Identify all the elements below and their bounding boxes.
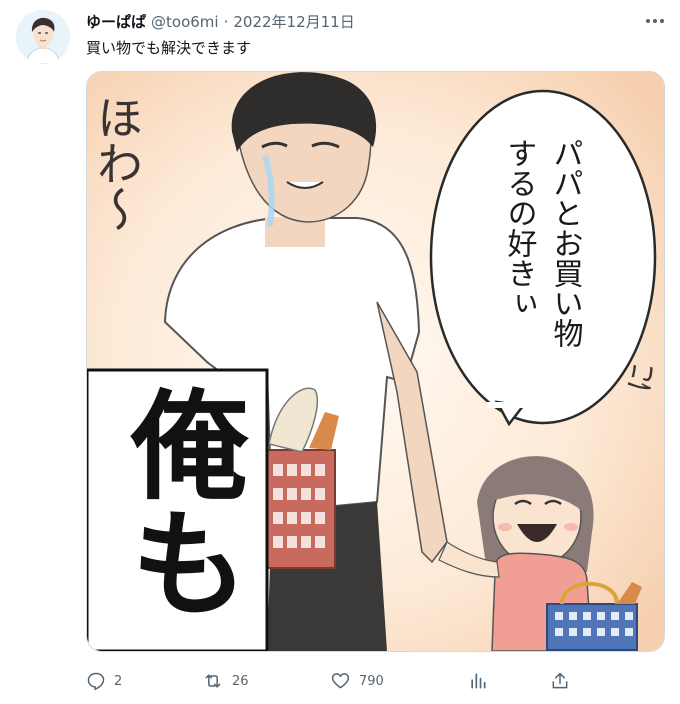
- like-button[interactable]: 790: [330, 666, 384, 696]
- tweet: ゆーぱぱ @too6mi · 2022年12月11日 買い物でも解決できます パ…: [0, 0, 680, 704]
- retweet-button[interactable]: 26: [202, 666, 249, 696]
- avatar[interactable]: [16, 10, 70, 64]
- retweet-icon: [205, 674, 221, 688]
- panel-text: 俺も: [110, 384, 249, 620]
- share-button[interactable]: [550, 666, 570, 696]
- tweet-date[interactable]: 2022年12月11日: [233, 11, 354, 32]
- avatar-illustration: [16, 10, 70, 64]
- action-bar: 2 26 790: [86, 666, 576, 696]
- reply-count: 2: [114, 673, 123, 689]
- retweet-count: 26: [232, 673, 249, 689]
- tweet-image[interactable]: パパとお買い物 するの好きぃ ほわ〜 にっこぉ 俺も: [86, 71, 665, 652]
- tweet-header: ゆーぱぱ @too6mi · 2022年12月11日: [86, 11, 355, 32]
- sfx-left: ほわ〜: [90, 94, 144, 232]
- views-button[interactable]: [468, 666, 488, 696]
- separator: ·: [223, 12, 229, 31]
- author-handle[interactable]: @too6mi: [151, 13, 219, 31]
- speech-line-1: パパとお買い物: [548, 138, 584, 348]
- views-icon: [471, 673, 486, 689]
- like-count: 790: [359, 673, 384, 689]
- more-icon[interactable]: [642, 10, 668, 32]
- reply-button[interactable]: 2: [86, 666, 122, 696]
- reply-icon: [87, 672, 105, 691]
- manga-illustration: パパとお買い物 するの好きぃ ほわ〜 にっこぉ 俺も: [87, 72, 664, 651]
- tweet-text: 買い物でも解決できます: [86, 39, 252, 57]
- author-name[interactable]: ゆーぱぱ: [86, 11, 146, 32]
- speech-line-2: するの好きぃ: [502, 138, 538, 318]
- share-icon: [552, 672, 568, 689]
- like-icon: [331, 673, 350, 689]
